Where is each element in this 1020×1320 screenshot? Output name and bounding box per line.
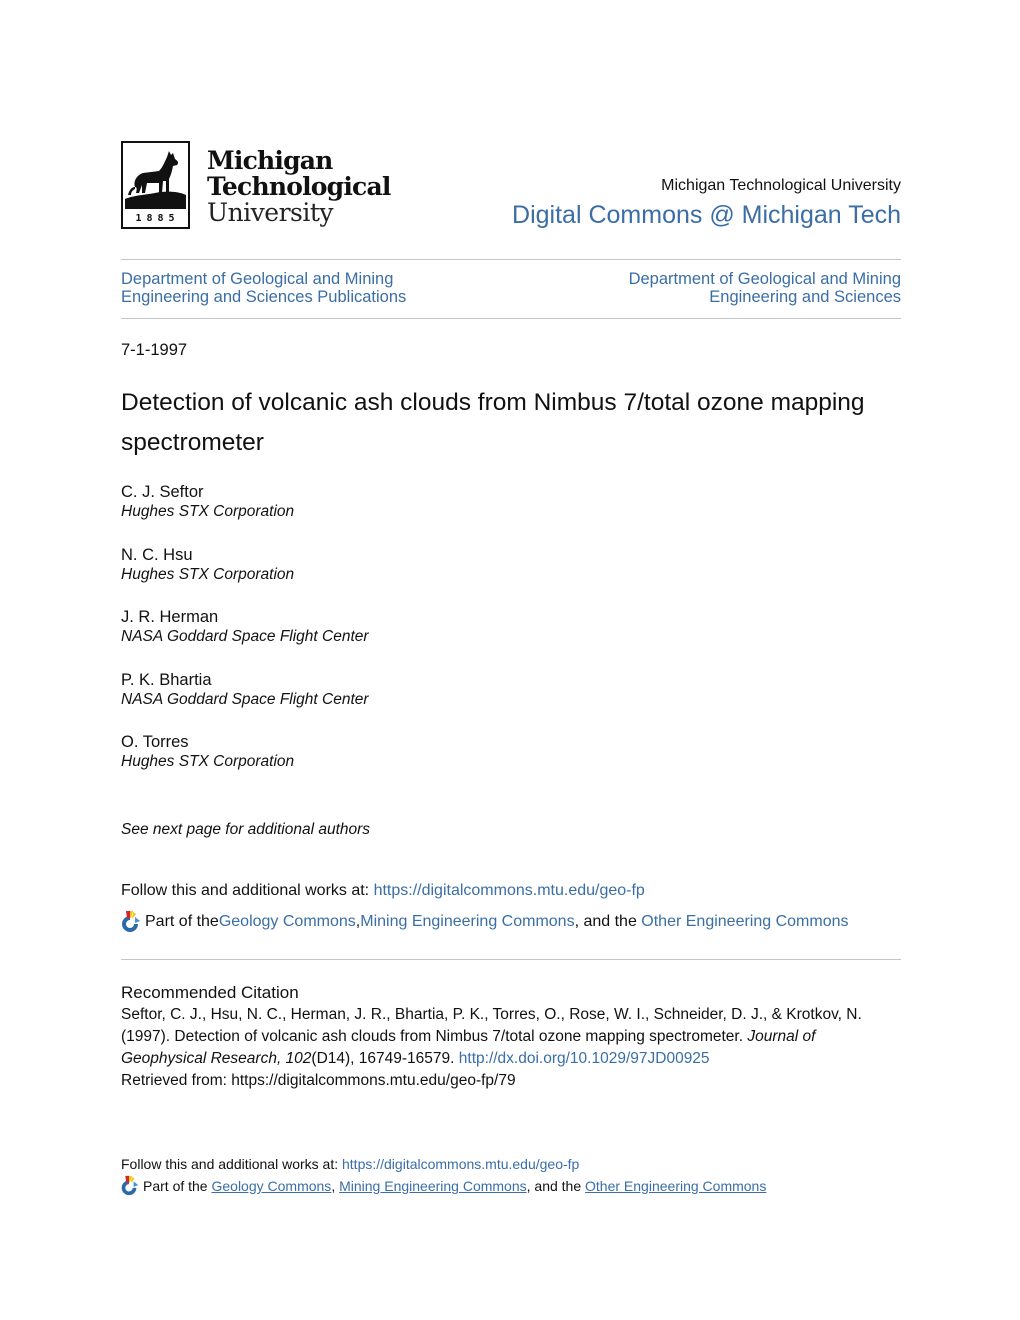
author-affiliation: NASA Goddard Space Flight Center <box>121 690 369 708</box>
author-name: J. R. Herman <box>121 608 219 626</box>
author-affiliation: Hughes STX Corporation <box>121 753 295 770</box>
citation-issue-pages: (D14), 16749-16579. <box>311 1050 459 1067</box>
logo-line-university: University <box>207 198 334 227</box>
part-of-prefix: Part of the <box>145 913 219 930</box>
author-item: J. R. Herman NASA Goddard Space Flight C… <box>121 607 369 670</box>
footer-follow-url-link[interactable]: https://digitalcommons.mtu.edu/geo-fp <box>342 1156 579 1172</box>
follow-url-link[interactable]: https://digitalcommons.mtu.edu/geo-fp <box>374 882 645 899</box>
citation-doi-link[interactable]: http://dx.doi.org/10.1029/97JD00925 <box>459 1050 710 1067</box>
author-item: N. C. Hsu Hughes STX Corporation <box>121 545 369 608</box>
publications-link-group[interactable]: Department of Geological and Mining Engi… <box>121 270 406 306</box>
divider-top <box>121 259 901 260</box>
geology-commons-link[interactable]: Geology Commons <box>219 913 356 931</box>
author-item: O. Torres Hughes STX Corporation <box>121 732 369 795</box>
department-link-group[interactable]: Department of Geological and Mining Engi… <box>629 270 901 306</box>
footer-part-of-prefix: Part of the <box>143 1178 212 1194</box>
recommended-citation: Recommended Citation Seftor, C. J., Hsu,… <box>121 982 901 1092</box>
footer-part-of-line: Part of the Geology Commons, Mining Engi… <box>118 1175 766 1197</box>
citation-heading: Recommended Citation <box>121 983 299 1002</box>
footer-follow-prefix: Follow this and additional works at: <box>121 1156 342 1172</box>
mtu-logo[interactable]: 1885 Michigan Technological University <box>121 141 393 231</box>
mining-engineering-commons-link[interactable]: Mining Engineering Commons <box>360 913 574 931</box>
husky-icon <box>125 151 186 209</box>
repository-heading: Michigan Technological University Digita… <box>512 176 901 232</box>
author-item: P. K. Bhartia NASA Goddard Space Flight … <box>121 670 369 733</box>
author-name: P. K. Bhartia <box>121 670 212 689</box>
author-name: O. Torres <box>121 733 189 751</box>
publications-link-line1[interactable]: Department of Geological and Mining <box>121 270 406 288</box>
bepress-commons-icon <box>122 911 140 932</box>
repository-link[interactable]: Digital Commons @ Michigan Tech <box>512 198 901 232</box>
logo-emblem: 1885 <box>121 141 190 229</box>
part-of-sep2: , and the <box>574 913 642 930</box>
header: 1885 Michigan Technological University M… <box>121 140 901 232</box>
footer-follow-line: Follow this and additional works at: htt… <box>121 1156 579 1172</box>
more-authors-note: See next page for additional authors <box>121 821 371 838</box>
article-title: Detection of volcanic ash clouds from Ni… <box>121 389 865 456</box>
part-of-line: Part of the Geology Commons, Mining Engi… <box>118 910 849 934</box>
follow-line: Follow this and additional works at: htt… <box>121 882 645 900</box>
divider-dept <box>121 318 901 319</box>
footer-part-of-sep2: , and the <box>526 1178 586 1194</box>
author-affiliation: NASA Goddard Space Flight Center <box>121 628 369 645</box>
logo-wordmark: Michigan Technological University <box>207 148 391 226</box>
author-name: C. J. Seftor <box>121 483 204 501</box>
citation-retrieved: Retrieved from: https://digitalcommons.m… <box>121 1072 516 1089</box>
footer-mining-engineering-commons-link[interactable]: Mining Engineering Commons <box>339 1178 527 1194</box>
logo-line-technological: Technological <box>207 172 391 201</box>
divider-citation <box>121 959 901 960</box>
institution-name: Michigan Technological University <box>661 177 901 194</box>
footer-geology-commons-link[interactable]: Geology Commons <box>211 1178 331 1194</box>
publications-link-line2[interactable]: Engineering and Sciences Publications <box>121 288 406 306</box>
department-link-line2[interactable]: Engineering and Sciences <box>629 288 901 306</box>
department-link-line1[interactable]: Department of Geological and Mining <box>629 270 901 288</box>
logo-year: 1885 <box>135 213 180 224</box>
author-list: C. J. Seftor Hughes STX Corporation N. C… <box>121 482 369 795</box>
author-affiliation: Hughes STX Corporation <box>121 565 295 583</box>
publication-date: 7-1-1997 <box>121 341 188 359</box>
citation-text: Seftor, C. J., Hsu, N. C., Herman, J. R.… <box>121 1004 891 1092</box>
footer-part-of-sep1: , <box>331 1178 340 1194</box>
logo-line-michigan: Michigan <box>207 146 333 175</box>
author-item: C. J. Seftor Hughes STX Corporation <box>121 482 369 545</box>
footer-other-engineering-commons-link[interactable]: Other Engineering Commons <box>585 1178 766 1194</box>
follow-prefix: Follow this and additional works at: <box>121 882 374 899</box>
author-affiliation: Hughes STX Corporation <box>121 503 295 520</box>
author-name: N. C. Hsu <box>121 545 193 564</box>
other-engineering-commons-link[interactable]: Other Engineering Commons <box>641 913 848 931</box>
bepress-commons-icon <box>121 1175 139 1196</box>
